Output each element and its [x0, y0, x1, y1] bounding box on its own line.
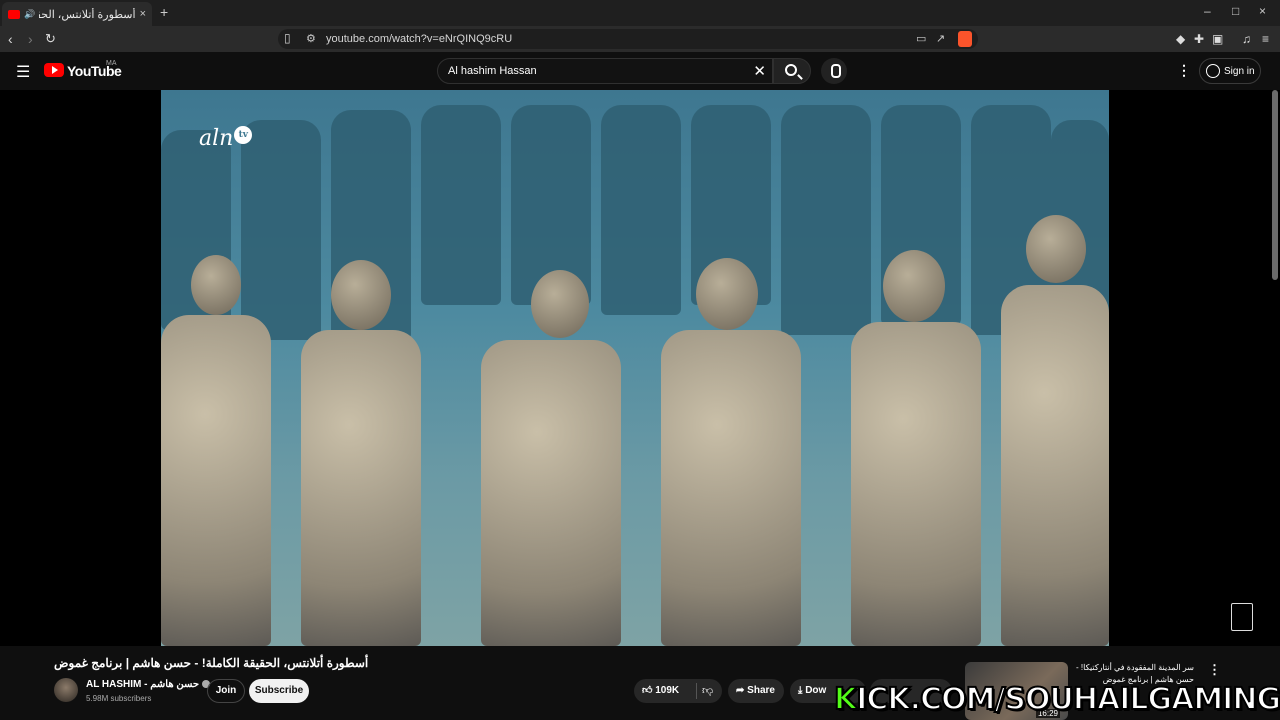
- related-video-menu-icon[interactable]: ⋮: [1208, 662, 1221, 678]
- brave-shield-icon[interactable]: [958, 31, 972, 47]
- reload-icon[interactable]: ↻: [45, 31, 56, 47]
- statue: [661, 330, 801, 646]
- channel-name[interactable]: AL HASHIM - حسن هاشم: [86, 679, 211, 690]
- wallet-icon[interactable]: ◆: [1176, 32, 1185, 46]
- site-settings-icon[interactable]: ⚙: [306, 32, 316, 45]
- statue: [161, 315, 271, 646]
- statue-bg: [421, 105, 501, 305]
- statue-head: [883, 250, 945, 322]
- hamburger-menu-icon[interactable]: ☰: [16, 62, 30, 82]
- share-button[interactable]: ➦ Share: [728, 679, 784, 703]
- menu-icon[interactable]: ≡: [1262, 32, 1269, 46]
- tab-title: أسطورة أتلانتس، الحقيقة الكاملة: [39, 8, 136, 21]
- clear-search-icon[interactable]: ✕: [753, 62, 766, 80]
- like-count: 109K: [655, 685, 680, 696]
- dislike-button[interactable]: 👎︎: [702, 684, 713, 697]
- statue-bg: [601, 105, 681, 315]
- channel-name-text[interactable]: AL HASHIM - حسن هاشم: [86, 679, 199, 690]
- settings-kebab-icon[interactable]: ⋮: [1177, 62, 1191, 79]
- thumb-up-icon: 👍︎: [642, 685, 656, 696]
- statue-head: [1026, 215, 1086, 283]
- youtube-logo-icon[interactable]: [44, 63, 64, 77]
- browser-toolbar: ‹ › ↻ ▯ ⚙ youtube.com/watch?v=eNrQINQ9cR…: [0, 26, 1280, 52]
- statue-bg: [241, 120, 321, 340]
- extensions-icon[interactable]: ✚: [1194, 32, 1204, 46]
- browser-tab-bar: 🔊 أسطورة أتلانتس، الحقيقة الكاملة × + – …: [0, 0, 1280, 26]
- share-label: Share: [747, 685, 775, 696]
- kick-overlay-text: ICK.COM/SOUHAILGAMING: [855, 681, 1280, 718]
- like-dislike-group: 👍︎ 109K 👎︎: [634, 679, 722, 703]
- new-tab-button[interactable]: +: [160, 4, 168, 20]
- watermark-badge: tv: [234, 126, 253, 144]
- page-scrollbar[interactable]: [1272, 90, 1278, 280]
- kick-overlay-k: K: [833, 681, 858, 718]
- search-icon: [785, 64, 797, 76]
- url-text[interactable]: youtube.com/watch?v=eNrQINQ9cRU: [326, 33, 512, 45]
- address-bar[interactable]: ▯ ⚙ youtube.com/watch?v=eNrQINQ9cRU ▭ ↗: [278, 29, 978, 49]
- video-player[interactable]: aln tv: [0, 90, 1280, 646]
- statue-head: [331, 260, 391, 330]
- sign-in-label: Sign in: [1224, 65, 1255, 77]
- youtube-favicon-icon: [8, 9, 20, 19]
- kick-overlay: KICK.COM/SOUHAILGAMING: [833, 681, 1280, 718]
- subscriber-count: 5.98M subscribers: [86, 694, 152, 703]
- media-icon[interactable]: ♫: [1242, 32, 1251, 46]
- channel-watermark-icon[interactable]: [1231, 603, 1253, 631]
- video-title: أسطورة أتلانتس، الحقيقة الكاملة! - حسن ه…: [54, 656, 369, 670]
- youtube-header: ☰ YouTube MA Al hashim Hassan ✕ ⋮ Sign i…: [0, 52, 1280, 90]
- statue: [1001, 285, 1109, 646]
- statue-head: [531, 270, 589, 338]
- statue-bg: [781, 105, 871, 335]
- statue: [481, 340, 621, 646]
- bookmark-icon[interactable]: ▯: [284, 31, 291, 45]
- search-button[interactable]: [773, 58, 811, 84]
- like-divider: [696, 683, 697, 699]
- subscribe-button[interactable]: Subscribe: [249, 679, 309, 703]
- cast-icon[interactable]: ▭: [916, 32, 926, 45]
- share-icon: ➦: [736, 685, 748, 696]
- voice-search-button[interactable]: [821, 58, 847, 84]
- search-input[interactable]: Al hashim Hassan ✕: [437, 58, 773, 84]
- maximize-icon[interactable]: □: [1232, 4, 1239, 18]
- statue-head: [191, 255, 241, 315]
- share-page-icon[interactable]: ↗: [936, 32, 945, 45]
- close-window-icon[interactable]: ×: [1259, 4, 1266, 18]
- back-icon[interactable]: ‹: [8, 31, 13, 47]
- browser-tab[interactable]: 🔊 أسطورة أتلانتس، الحقيقة الكاملة ×: [2, 2, 152, 26]
- watermark-text: aln: [199, 126, 234, 151]
- aln-tv-watermark: aln tv: [199, 126, 253, 151]
- download-label: Dow: [805, 685, 827, 696]
- sidebar-icon[interactable]: ▣: [1212, 32, 1223, 46]
- speaker-icon[interactable]: 🔊: [24, 9, 35, 20]
- close-tab-icon[interactable]: ×: [140, 8, 146, 20]
- like-button[interactable]: 👍︎ 109K: [642, 684, 679, 696]
- statue: [301, 330, 421, 646]
- statue: [851, 322, 981, 646]
- minimize-icon[interactable]: –: [1204, 4, 1211, 18]
- statue-head: [696, 258, 758, 330]
- country-code: MA: [106, 60, 117, 67]
- sign-in-button[interactable]: Sign in: [1199, 58, 1261, 84]
- account-icon: [1206, 64, 1220, 78]
- channel-avatar[interactable]: [54, 678, 78, 702]
- video-info: أسطورة أتلانتس، الحقيقة الكاملة! - حسن ه…: [0, 646, 1280, 720]
- join-button[interactable]: Join: [207, 679, 245, 703]
- forward-icon[interactable]: ›: [28, 31, 33, 47]
- search-query[interactable]: Al hashim Hassan: [448, 65, 537, 77]
- video-frame[interactable]: aln tv: [161, 90, 1109, 646]
